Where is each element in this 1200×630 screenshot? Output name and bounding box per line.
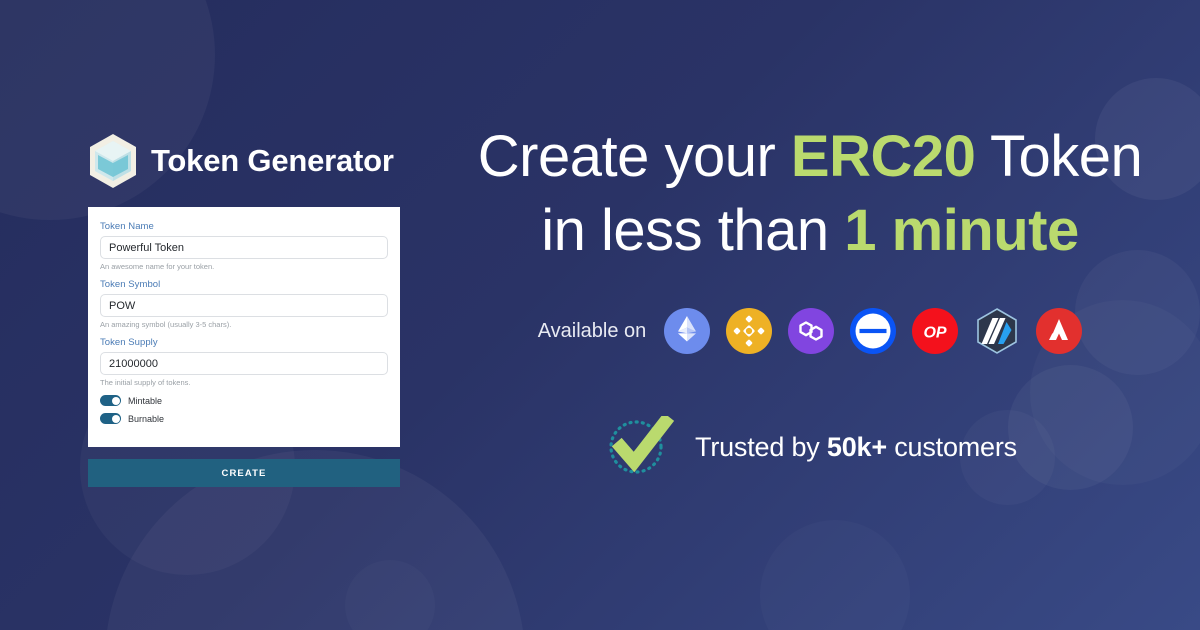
token-name-help: An awesome name for your token. (100, 262, 215, 271)
brand: Token Generator (88, 130, 400, 192)
trust-pre: Trusted by (695, 431, 827, 462)
hero-panel: Create your ERC20 Token in less than 1 m… (460, 120, 1160, 478)
trust-text: Trusted by 50k+ customers (695, 432, 1017, 463)
token-symbol-help: An amazing symbol (usually 3-5 chars). (100, 320, 232, 329)
trust-post: customers (886, 431, 1017, 462)
availability-row: Available on OP (460, 308, 1160, 354)
avalanche-icon[interactable] (1036, 308, 1083, 354)
field-token-symbol: Token Symbol POW An amazing symbol (usua… (100, 279, 388, 329)
app-preview-panel: Token Generator Token Name Powerful Toke… (88, 130, 400, 487)
burnable-label: Burnable (128, 413, 165, 424)
mintable-toggle[interactable] (100, 395, 121, 406)
arbitrum-icon[interactable] (974, 308, 1020, 354)
headline-line-2: in less than 1 minute (460, 194, 1160, 268)
headline-line-1: Create your ERC20 Token (460, 120, 1160, 194)
chain-icon-list: OP (664, 308, 1083, 354)
create-button[interactable]: CREATE (88, 459, 400, 487)
decorative-circle (760, 520, 910, 630)
token-symbol-label: Token Symbol (100, 279, 161, 290)
burnable-toggle[interactable] (100, 413, 121, 424)
token-supply-help: The initial supply of tokens. (100, 378, 191, 387)
token-name-input[interactable]: Powerful Token (100, 236, 388, 259)
token-supply-label: Token Supply (100, 337, 158, 348)
hexagon-cube-icon (88, 133, 138, 189)
headline-line1-post: Token (975, 124, 1143, 189)
headline-erc20-highlight: ERC20 (790, 124, 976, 189)
page-title: Create your ERC20 Token in less than 1 m… (460, 120, 1160, 268)
trust-badge: Trusted by 50k+ customers (460, 412, 1160, 478)
bnb-icon[interactable] (726, 308, 773, 354)
toggle-row-mintable[interactable]: Mintable (100, 395, 388, 406)
headline-minute-highlight: 1 minute (844, 198, 1079, 263)
token-name-label: Token Name (100, 221, 154, 232)
green-checkmark-icon (603, 412, 675, 478)
field-token-supply: Token Supply 21000000 The initial supply… (100, 337, 388, 387)
svg-text:OP: OP (924, 325, 947, 342)
headline-line2-pre: in less than (541, 198, 845, 263)
token-symbol-input[interactable]: POW (100, 294, 388, 317)
app-title: Token Generator (151, 143, 394, 178)
toggle-row-burnable[interactable]: Burnable (100, 413, 388, 424)
available-on-label: Available on (537, 319, 647, 342)
mintable-label: Mintable (128, 395, 163, 406)
token-options: Mintable Burnable (100, 395, 388, 424)
polygon-icon[interactable] (788, 308, 835, 354)
optimism-icon[interactable]: OP (912, 308, 959, 354)
headline-line1-pre: Create your (477, 124, 791, 189)
token-supply-input[interactable]: 21000000 (100, 352, 388, 375)
token-form-card: Token Name Powerful Token An awesome nam… (88, 207, 400, 447)
trust-count: 50k+ (826, 431, 887, 462)
field-token-name: Token Name Powerful Token An awesome nam… (100, 221, 388, 271)
base-icon[interactable] (850, 308, 897, 354)
ethereum-icon[interactable] (664, 308, 711, 354)
